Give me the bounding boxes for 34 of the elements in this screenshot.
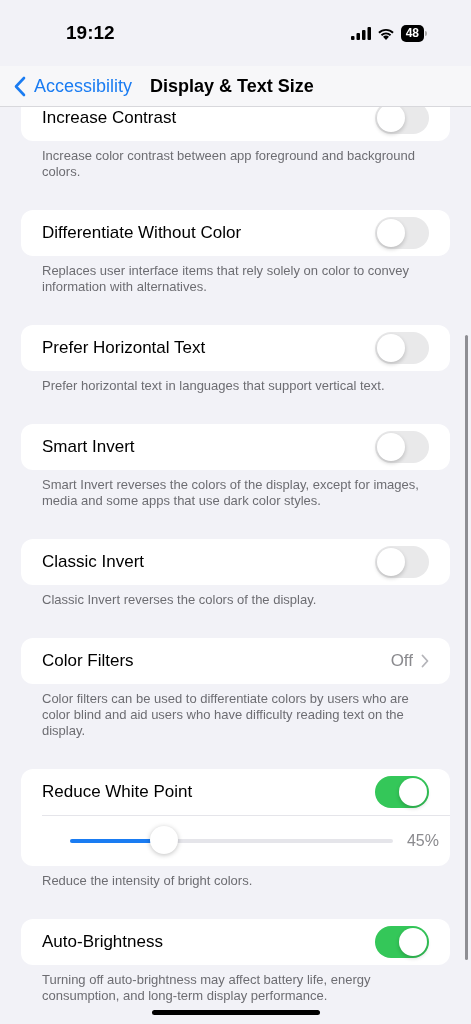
toggle-switch[interactable] — [375, 107, 429, 134]
status-time: 19:12 — [66, 22, 115, 44]
setting-description: Turning off auto-brightness may affect battery life, energy consumption, and long-term display performance. — [42, 972, 372, 1004]
signal-icon — [350, 26, 371, 40]
setting-label: Prefer Horizontal Text — [42, 338, 207, 358]
setting-label: Smart Invert — [42, 437, 136, 457]
wifi-icon — [376, 26, 395, 40]
setting-description: Prefer horizontal text in languages that support vertical text. — [42, 378, 386, 394]
toggle-switch[interactable] — [375, 926, 429, 958]
setting-label: Classic Invert — [42, 552, 146, 572]
toggle-switch[interactable] — [375, 217, 429, 249]
toggle-switch[interactable] — [375, 431, 429, 463]
toggle-switch[interactable] — [375, 332, 429, 364]
setting-description: Color filters can be used to differentiate colors by users who are color blind and aid users who have difficulty reading text on the display. — [42, 691, 410, 739]
battery-icon: 48 — [400, 24, 427, 42]
setting-label: Auto-Brightness — [42, 932, 164, 952]
setting-description: Classic Invert reverses the colors of the display. — [42, 592, 318, 608]
setting-description: Replaces user interface items that rely solely on color to convey information with alternatives. — [42, 263, 411, 295]
slider-thumb[interactable] — [149, 826, 178, 854]
setting-label: Increase Contrast — [42, 108, 178, 128]
setting-label: Reduce White Point — [42, 782, 194, 802]
back-button[interactable]: Accessibility — [10, 75, 137, 97]
toggle-switch[interactable] — [375, 776, 429, 808]
toggle-switch[interactable] — [375, 546, 429, 578]
setting-label: Differentiate Without Color — [42, 223, 243, 243]
setting-description: Reduce the intensity of bright colors. — [42, 873, 254, 889]
slider-reading: 45% — [406, 832, 439, 850]
page-title: Display & Text Size — [150, 75, 314, 97]
setting-value: Off — [390, 651, 413, 671]
setting-description: Increase color contrast between app foreground and background colors. — [42, 148, 416, 180]
setting-label: Color Filters — [42, 651, 135, 671]
setting-description: Smart Invert reverses the colors of the display, except for images, media and some apps that use dark color styles. — [42, 477, 420, 509]
chevron-left-icon — [14, 75, 26, 97]
chevron-right-icon[interactable] — [421, 654, 429, 668]
